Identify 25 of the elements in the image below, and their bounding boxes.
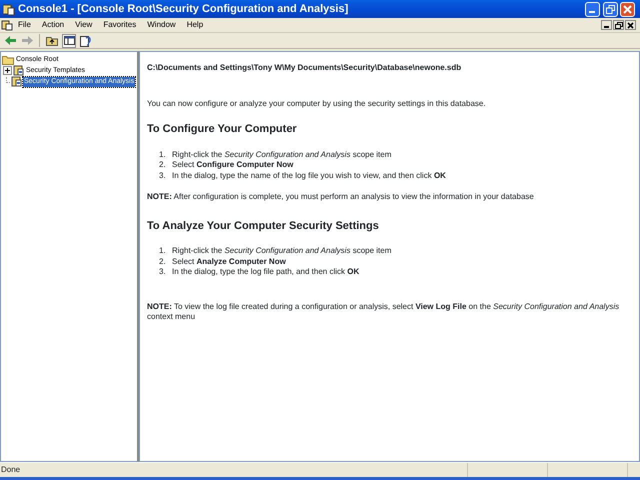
step-number: 1.: [159, 246, 167, 256]
step-text: In the dialog, type the name of the log file you wish to view, and then click OK: [172, 170, 446, 181]
step-text: Right-click the Security Configuration and Analysis scope item: [172, 246, 392, 256]
menu-item[interactable]: Window: [143, 19, 180, 31]
note-text: NOTE: To view the log file created during a configuration or analysis, select View Log File on the Security Configuration and Analysis context menu: [147, 302, 620, 322]
step-number: 3.: [159, 267, 167, 278]
section-heading: To Configure Your Computer: [147, 122, 298, 137]
step-number: 1.: [159, 150, 167, 160]
menu-item[interactable]: Action: [38, 19, 68, 31]
section-heading: To Analyze Your Computer Security Settings: [147, 218, 380, 234]
note-text: NOTE: After configuration is complete, you must perform an analysis to view the information in your database: [147, 192, 535, 202]
file-path: C:\Documents and Settings\Tony W\My Documents\Security\Database\newone.sdb: [147, 62, 462, 74]
menu-item[interactable]: View: [71, 19, 96, 31]
step-text: In the dialog, type the log file path, and then click OK: [172, 267, 360, 278]
step-text: Select Configure Computer Now: [172, 160, 294, 170]
step-text: Select Analyze Computer Now: [172, 256, 286, 267]
menu-item[interactable]: Help: [182, 19, 208, 31]
step-number: 2.: [159, 160, 167, 170]
step-text: Right-click the Security Configuration and Analysis scope item: [172, 150, 392, 160]
step-number: 3.: [159, 170, 167, 181]
step-number: 2.: [159, 256, 167, 267]
menu-item[interactable]: Favorites: [99, 19, 140, 31]
menu-item[interactable]: File: [14, 19, 35, 31]
window-title: Console1 - [Console Root\Security Configuration and Analysis]: [18, 2, 348, 17]
intro-text: You can now configure or analyze your computer by using the security settings in this database.: [147, 98, 487, 110]
